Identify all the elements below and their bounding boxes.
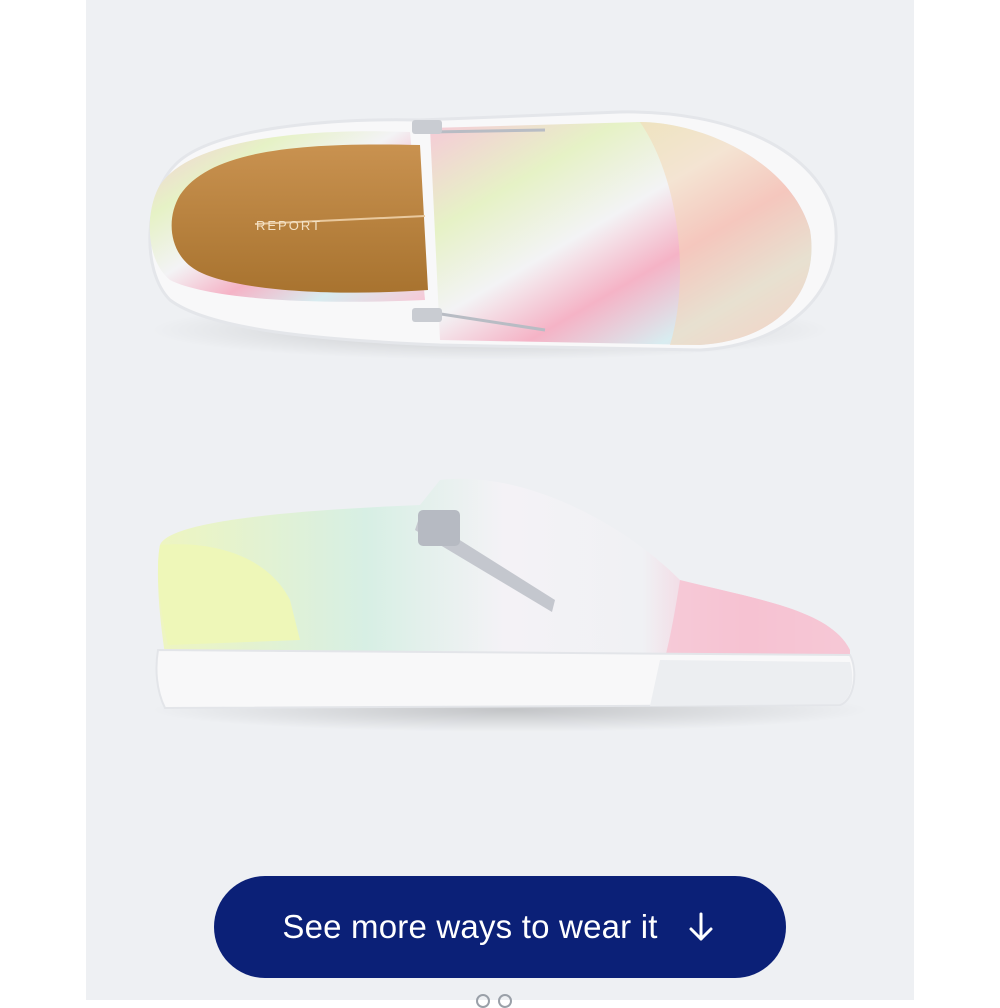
carousel-dot-1[interactable] (476, 994, 490, 1008)
page-margin-left (0, 0, 86, 1000)
carousel-indicator (476, 994, 512, 1008)
shoe-top-view: REPORT (148, 110, 838, 360)
see-more-ways-label: See more ways to wear it (282, 908, 658, 945)
page-margin-right (914, 0, 1000, 1000)
shoe-side-view (150, 478, 870, 732)
product-image: REPORT (86, 0, 914, 1000)
product-photo: REPORT (148, 110, 870, 732)
carousel-dot-2[interactable] (498, 994, 512, 1008)
see-more-ways-button[interactable]: See more ways to wear it (214, 876, 786, 978)
arrow-down-icon (684, 910, 718, 944)
insole-brand-text: REPORT (256, 218, 322, 233)
